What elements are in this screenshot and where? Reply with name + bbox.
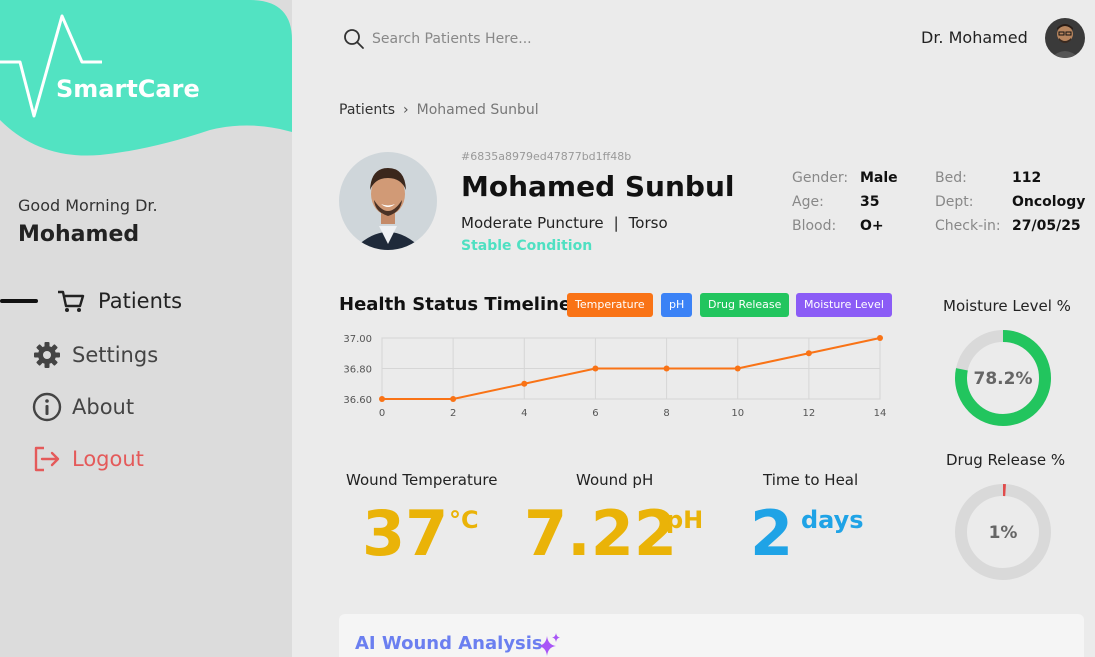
heal-value: 2 — [750, 497, 794, 570]
sidebar-item-about[interactable]: About — [32, 392, 134, 422]
data-point — [805, 350, 812, 357]
x-tick-label: 0 — [379, 408, 385, 419]
wound-type: Moderate Puncture — [461, 214, 604, 232]
greeting-text: Good Morning Dr. — [18, 196, 158, 215]
data-point — [379, 396, 385, 402]
health-timeline-chart: 0 2 4 6 8 10 12 14 36.60 36.80 37.00 — [343, 334, 887, 419]
breadcrumb-current: Mohamed Sunbul — [416, 102, 539, 118]
breadcrumb: Patients › Mohamed Sunbul — [339, 102, 539, 118]
data-point — [592, 365, 599, 372]
blood-value: O+ — [860, 218, 884, 234]
sidebar-item-logout[interactable]: Logout — [32, 444, 144, 474]
logout-icon — [34, 446, 60, 472]
temperature-label: Wound Temperature — [346, 471, 498, 489]
active-indicator — [0, 299, 38, 303]
data-point — [734, 365, 741, 372]
age-value: 35 — [860, 194, 880, 210]
search-input[interactable] — [372, 27, 672, 51]
search-icon[interactable] — [343, 28, 365, 50]
sidebar-item-label: Settings — [72, 343, 159, 367]
breadcrumb-separator: › — [403, 102, 409, 118]
cart-icon — [58, 290, 85, 312]
x-tick-label: 6 — [592, 408, 598, 419]
heal-label: Time to Heal — [763, 471, 859, 489]
temperature-value: 37 — [362, 497, 449, 570]
wound-location: Torso — [628, 214, 668, 232]
dept-label: Dept: — [935, 194, 974, 210]
timeline-title: Health Status Timeline — [339, 294, 572, 315]
bed-value: 112 — [1012, 170, 1042, 186]
moisture-label: Moisture Level % — [943, 297, 1071, 315]
avatar[interactable] — [1045, 18, 1085, 58]
ph-label: Wound pH — [576, 471, 654, 489]
heal-unit: days — [801, 506, 864, 534]
drug-donut: 1% — [955, 484, 1051, 580]
data-point — [663, 365, 670, 372]
status-badge: Stable Condition — [461, 238, 593, 254]
x-tick-label: 2 — [450, 408, 456, 419]
bed-label: Bed: — [935, 170, 967, 186]
ph-value: 7.22 — [524, 497, 677, 570]
y-tick-label: 37.00 — [343, 334, 372, 345]
ai-analysis-title: AI Wound Analysis — [355, 633, 543, 654]
x-tick-label: 12 — [802, 408, 815, 419]
moisture-donut: 78.2% — [955, 330, 1051, 426]
checkin-label: Check-in: — [935, 218, 1001, 234]
sidebar-item-label: Logout — [72, 447, 144, 471]
chip-temperature[interactable]: Temperature — [567, 293, 653, 317]
x-tick-label: 10 — [731, 408, 744, 419]
gender-value: Male — [860, 170, 898, 186]
chip-ph[interactable]: pH — [661, 293, 693, 317]
greeting-doctor-name: Mohamed — [18, 222, 140, 247]
drug-label: Drug Release % — [946, 451, 1066, 469]
blood-label: Blood: — [792, 218, 837, 234]
data-point — [521, 380, 528, 387]
temperature-unit: °C — [449, 506, 479, 534]
gear-icon — [34, 342, 60, 368]
age-label: Age: — [792, 194, 824, 210]
data-point — [877, 335, 883, 341]
patient-condition: Moderate Puncture | Torso — [461, 214, 668, 232]
patient-id: #6835a8979ed47877bd1ff48b — [461, 150, 632, 163]
moisture-value: 78.2% — [974, 369, 1033, 389]
chip-drug-release[interactable]: Drug Release — [700, 293, 790, 317]
sidebar: SmartCare Good Morning Dr. Mohamed Patie… — [0, 0, 292, 657]
data-point — [450, 396, 457, 402]
dept-value: Oncology — [1012, 194, 1086, 210]
checkin-value: 27/05/25 — [1012, 218, 1081, 234]
drug-value: 1% — [989, 523, 1018, 543]
x-tick-label: 14 — [874, 408, 887, 419]
patient-name: Mohamed Sunbul — [461, 170, 735, 203]
breadcrumb-root[interactable]: Patients — [339, 102, 395, 118]
user-name[interactable]: Dr. Mohamed — [921, 28, 1028, 47]
ph-unit: pH — [666, 506, 704, 534]
sidebar-item-label: Patients — [98, 289, 183, 313]
patient-photo — [339, 152, 437, 250]
info-icon — [32, 392, 62, 422]
sidebar-item-label: About — [72, 395, 135, 419]
sidebar-item-settings[interactable]: Settings — [32, 340, 158, 370]
avatar-image — [1045, 18, 1085, 58]
sparkle-icon — [538, 633, 560, 656]
app-logo[interactable]: SmartCare — [56, 75, 200, 103]
x-tick-label: 8 — [663, 408, 669, 419]
y-tick-label: 36.60 — [343, 395, 372, 406]
x-tick-label: 4 — [521, 408, 527, 419]
y-tick-label: 36.80 — [343, 365, 372, 376]
sidebar-item-patients[interactable]: Patients — [56, 288, 182, 314]
gender-label: Gender: — [792, 170, 849, 186]
chip-moisture-level[interactable]: Moisture Level — [796, 293, 892, 317]
